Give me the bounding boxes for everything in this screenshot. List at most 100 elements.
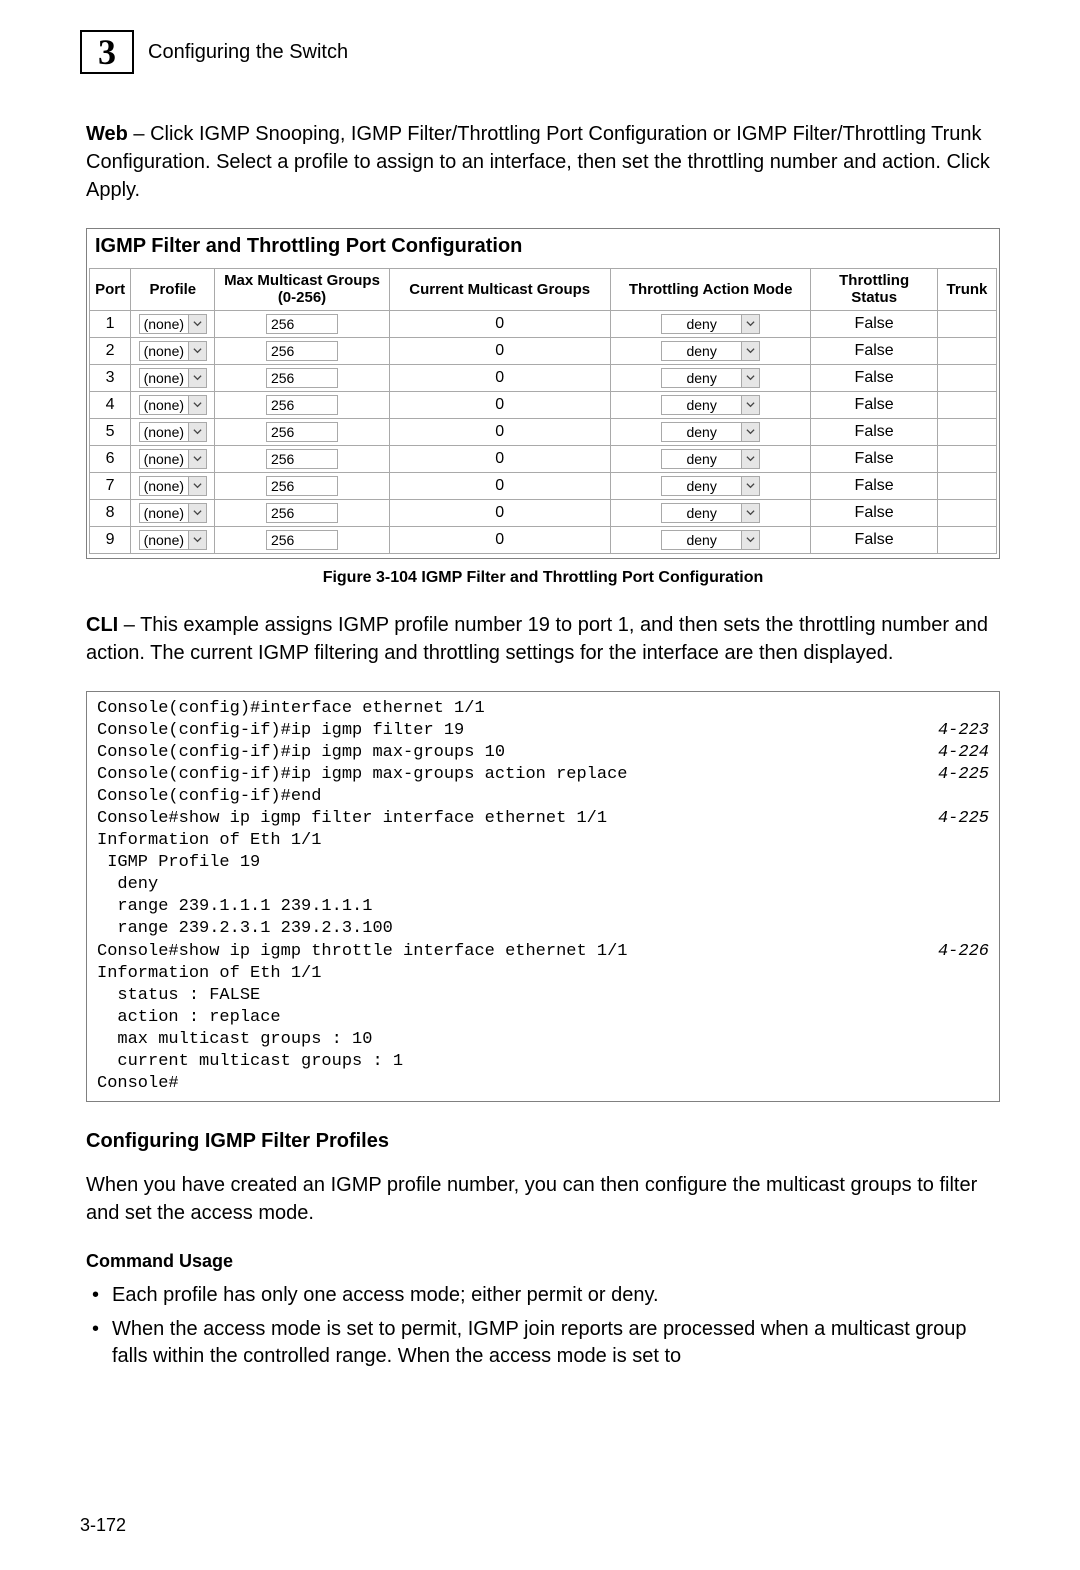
- cli-text: Console(config-if)#end: [97, 786, 321, 808]
- command-usage-list: Each profile has only one access mode; e…: [86, 1282, 1000, 1371]
- cell-current: 0: [389, 337, 610, 364]
- throttling-action-dropdown[interactable]: deny: [661, 530, 759, 550]
- profile-dropdown[interactable]: (none): [139, 476, 207, 496]
- cell-status: False: [811, 472, 938, 499]
- chevron-down-icon: [188, 423, 206, 441]
- table-row: 9(none)2560denyFalse: [90, 526, 997, 553]
- cell-port: 3: [90, 364, 131, 391]
- profile-dropdown[interactable]: (none): [139, 503, 207, 523]
- profile-dropdown[interactable]: (none): [139, 368, 207, 388]
- profile-dropdown-value: (none): [140, 316, 188, 332]
- max-groups-input[interactable]: 256: [266, 368, 338, 388]
- chevron-down-icon: [741, 477, 759, 495]
- cli-text: Information of Eth 1/1: [97, 963, 321, 985]
- cli-line: Console(config-if)#end: [97, 786, 989, 808]
- cell-profile: (none): [131, 337, 215, 364]
- cli-text: current multicast groups : 1: [97, 1051, 403, 1073]
- throttling-action-dropdown[interactable]: deny: [661, 395, 759, 415]
- profile-dropdown[interactable]: (none): [139, 395, 207, 415]
- cli-text: max multicast groups : 10: [97, 1029, 372, 1051]
- throttling-action-value: deny: [662, 316, 740, 332]
- profile-dropdown[interactable]: (none): [139, 422, 207, 442]
- table-row: 7(none)2560denyFalse: [90, 472, 997, 499]
- profile-dropdown[interactable]: (none): [139, 341, 207, 361]
- throttling-action-dropdown[interactable]: deny: [661, 476, 759, 496]
- max-groups-input[interactable]: 256: [266, 314, 338, 334]
- table-row: 5(none)2560denyFalse: [90, 418, 997, 445]
- cell-status: False: [811, 499, 938, 526]
- max-groups-input[interactable]: 256: [266, 341, 338, 361]
- cell-max: 256: [215, 310, 389, 337]
- cell-action: deny: [610, 391, 810, 418]
- table-row: 1(none)2560denyFalse: [90, 310, 997, 337]
- cell-profile: (none): [131, 499, 215, 526]
- cell-trunk: [937, 310, 996, 337]
- cli-ref: 4-226: [938, 941, 989, 963]
- th-current: Current Multicast Groups: [389, 269, 610, 311]
- cli-text: IGMP Profile 19: [97, 852, 260, 874]
- chapter-header: 3 Configuring the Switch: [80, 30, 1000, 74]
- profile-dropdown[interactable]: (none): [139, 314, 207, 334]
- throttling-action-dropdown[interactable]: deny: [661, 422, 759, 442]
- profile-dropdown-value: (none): [140, 424, 188, 440]
- th-profile: Profile: [131, 269, 215, 311]
- cli-line: Console(config-if)#ip igmp max-groups 10…: [97, 742, 989, 764]
- cli-text: Console#show ip igmp filter interface et…: [97, 808, 607, 830]
- cell-port: 5: [90, 418, 131, 445]
- page-number: 3-172: [80, 1515, 126, 1536]
- panel-title: IGMP Filter and Throttling Port Configur…: [89, 235, 997, 268]
- profile-dropdown-value: (none): [140, 397, 188, 413]
- max-groups-input[interactable]: 256: [266, 503, 338, 523]
- max-groups-input[interactable]: 256: [266, 422, 338, 442]
- throttling-action-dropdown[interactable]: deny: [661, 341, 759, 361]
- chapter-number-badge: 3: [80, 30, 134, 74]
- profile-dropdown-value: (none): [140, 505, 188, 521]
- figure-caption: Figure 3-104 IGMP Filter and Throttling …: [86, 569, 1000, 587]
- max-groups-input[interactable]: 256: [266, 530, 338, 550]
- cell-action: deny: [610, 337, 810, 364]
- cell-action: deny: [610, 364, 810, 391]
- cell-port: 8: [90, 499, 131, 526]
- cli-line: Console(config-if)#ip igmp filter 194-22…: [97, 720, 989, 742]
- cli-text: action : replace: [97, 1007, 281, 1029]
- cli-line: range 239.2.3.1 239.2.3.100: [97, 918, 989, 940]
- max-groups-input[interactable]: 256: [266, 449, 338, 469]
- cell-trunk: [937, 364, 996, 391]
- cell-profile: (none): [131, 418, 215, 445]
- table-row: 3(none)2560denyFalse: [90, 364, 997, 391]
- throttling-action-value: deny: [662, 424, 740, 440]
- cli-line: Information of Eth 1/1: [97, 963, 989, 985]
- cli-text: Console#: [97, 1073, 179, 1095]
- max-groups-input[interactable]: 256: [266, 476, 338, 496]
- cell-profile: (none): [131, 526, 215, 553]
- cell-port: 9: [90, 526, 131, 553]
- profile-dropdown[interactable]: (none): [139, 530, 207, 550]
- cell-max: 256: [215, 391, 389, 418]
- cell-trunk: [937, 526, 996, 553]
- throttling-action-dropdown[interactable]: deny: [661, 449, 759, 469]
- cli-text: Console(config-if)#ip igmp filter 19: [97, 720, 464, 742]
- profile-dropdown[interactable]: (none): [139, 449, 207, 469]
- profile-dropdown-value: (none): [140, 343, 188, 359]
- cell-current: 0: [389, 499, 610, 526]
- cell-profile: (none): [131, 445, 215, 472]
- cli-line: Console#show ip igmp throttle interface …: [97, 941, 989, 963]
- chapter-title: Configuring the Switch: [148, 41, 348, 64]
- cli-lead: CLI: [86, 614, 118, 636]
- cell-status: False: [811, 391, 938, 418]
- cell-action: deny: [610, 310, 810, 337]
- throttling-action-dropdown[interactable]: deny: [661, 368, 759, 388]
- list-item: When the access mode is set to permit, I…: [86, 1316, 1000, 1371]
- cli-line: status : FALSE: [97, 985, 989, 1007]
- throttling-action-dropdown[interactable]: deny: [661, 503, 759, 523]
- throttling-action-value: deny: [662, 451, 740, 467]
- section-paragraph: When you have created an IGMP profile nu…: [86, 1171, 1000, 1227]
- chevron-down-icon: [188, 477, 206, 495]
- max-groups-input[interactable]: 256: [266, 395, 338, 415]
- profile-dropdown-value: (none): [140, 478, 188, 494]
- throttling-action-dropdown[interactable]: deny: [661, 314, 759, 334]
- throttling-action-value: deny: [662, 478, 740, 494]
- web-lead: Web: [86, 123, 128, 145]
- cell-trunk: [937, 472, 996, 499]
- cli-line: Information of Eth 1/1: [97, 830, 989, 852]
